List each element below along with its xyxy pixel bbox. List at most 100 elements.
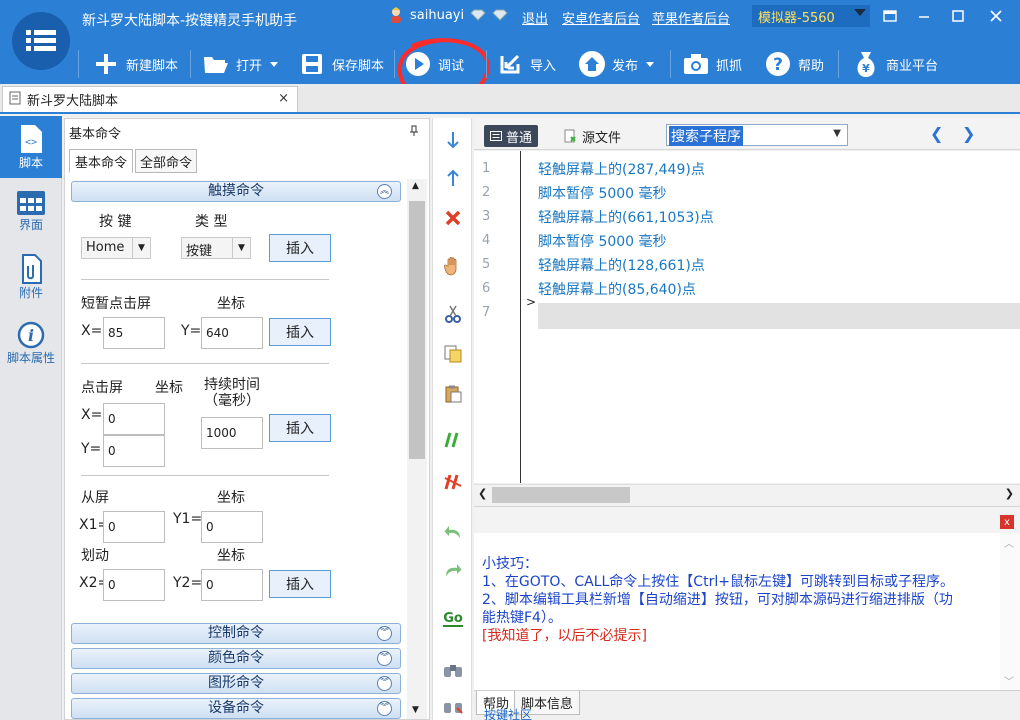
- code-line[interactable]: 脚本暂停 5000 毫秒: [538, 183, 667, 203]
- cut-icon[interactable]: [441, 302, 465, 326]
- community-link[interactable]: 按键社区: [484, 706, 532, 720]
- command-panel-scrollbar[interactable]: ▲ ▼: [407, 179, 427, 719]
- paste-icon[interactable]: [441, 382, 465, 406]
- type-select[interactable]: 按键 ▼: [181, 237, 251, 259]
- hand-icon[interactable]: [441, 254, 465, 278]
- insert-key-button[interactable]: 插入: [269, 234, 331, 262]
- scroll-right-icon[interactable]: ❯: [1005, 487, 1014, 500]
- android-backend-link[interactable]: 安卓作者后台: [562, 8, 640, 27]
- tab-normal-mode[interactable]: 普通: [484, 125, 539, 147]
- insert-swipe-button[interactable]: 插入: [269, 570, 331, 598]
- insert-press-button[interactable]: 插入: [269, 414, 331, 442]
- redo-icon[interactable]: [441, 558, 465, 582]
- script-editor[interactable]: > 1 2 3 4 5 6 7 轻触屏幕上的(287,449)点 脚本暂停 50…: [474, 151, 1020, 483]
- graphic-commands-section[interactable]: 图形命令 ︾: [71, 673, 401, 694]
- scroll-down-icon[interactable]: ﹀: [1004, 673, 1014, 688]
- nav-item-ui[interactable]: 界面: [0, 180, 62, 242]
- insert-tap-button[interactable]: 插入: [269, 318, 331, 346]
- next-arrow-icon[interactable]: ❯: [962, 124, 975, 143]
- undo-icon[interactable]: [441, 520, 465, 544]
- swipe-y1-input[interactable]: 0: [201, 511, 263, 543]
- toolbar-divider: [190, 50, 191, 78]
- dismiss-tip-link[interactable]: [我知道了，以后不必提示]: [482, 625, 647, 645]
- code-line[interactable]: 轻触屏幕上的(128,661)点: [538, 255, 705, 275]
- move-up-icon[interactable]: [441, 166, 465, 190]
- skin-icon[interactable]: [878, 6, 902, 26]
- tap-y-input[interactable]: 640: [201, 317, 263, 349]
- move-down-icon[interactable]: [441, 128, 465, 152]
- expand-icon: ︾: [377, 626, 392, 641]
- diamond-icon[interactable]: [470, 9, 486, 25]
- key-select[interactable]: Home ▼: [81, 237, 151, 259]
- comment-icon[interactable]: [441, 428, 465, 452]
- press-duration-input[interactable]: 1000: [201, 417, 263, 449]
- tab-basic-commands[interactable]: 基本命令: [69, 149, 133, 173]
- scroll-thumb[interactable]: [409, 201, 425, 459]
- publish-button[interactable]: 发布: [578, 48, 655, 80]
- ui-grid-icon: [17, 190, 45, 215]
- save-icon: [298, 50, 326, 78]
- scroll-down-icon[interactable]: ▼: [412, 705, 419, 715]
- save-script-button[interactable]: 保存脚本: [298, 48, 384, 80]
- nav-item-script-properties[interactable]: i 脚本属性: [0, 312, 62, 374]
- swipe-x2-input[interactable]: 0: [103, 569, 165, 601]
- touch-commands-section[interactable]: 触摸命令 ︽: [71, 181, 401, 202]
- code-line[interactable]: 脚本暂停 5000 毫秒: [538, 231, 667, 251]
- subroutine-search-value: 搜索子程序: [669, 126, 743, 146]
- new-script-button[interactable]: 新建脚本: [92, 48, 178, 80]
- code-line[interactable]: 轻触屏幕上的(661,1053)点: [538, 207, 714, 227]
- apple-backend-link[interactable]: 苹果作者后台: [652, 8, 730, 27]
- nav-item-attachment[interactable]: 附件: [0, 246, 62, 308]
- code-line[interactable]: 轻触屏幕上的(287,449)点: [538, 159, 705, 179]
- emulator-select[interactable]: 模拟器-5560: [752, 5, 870, 27]
- logout-link[interactable]: 退出: [522, 8, 548, 27]
- username[interactable]: saihuayi: [410, 8, 464, 23]
- pin-icon[interactable]: [409, 125, 419, 140]
- menu-logo-button[interactable]: [12, 12, 70, 70]
- tap-x-input[interactable]: 85: [103, 317, 165, 349]
- nav-item-script[interactable]: <> 脚本: [0, 116, 62, 178]
- svg-text:<>: <>: [25, 137, 37, 148]
- scroll-left-icon[interactable]: ❮: [478, 487, 487, 500]
- diamond-icon[interactable]: [492, 9, 508, 25]
- color-commands-section[interactable]: 颜色命令 ︾: [71, 648, 401, 669]
- press-y-input[interactable]: 0: [103, 435, 165, 467]
- binoculars-icon[interactable]: [441, 658, 465, 682]
- scroll-up-icon[interactable]: ▲: [412, 181, 419, 191]
- delete-icon[interactable]: [441, 206, 465, 230]
- press-x-input[interactable]: 0: [103, 403, 165, 435]
- help-button[interactable]: ? 帮助: [764, 48, 824, 80]
- editor-hscrollbar[interactable]: ❮ ❯: [474, 484, 1020, 504]
- minimize-icon[interactable]: [912, 6, 936, 26]
- uncomment-icon[interactable]: [441, 470, 465, 494]
- maximize-icon[interactable]: [946, 6, 970, 26]
- scroll-thumb[interactable]: [492, 487, 630, 503]
- market-button[interactable]: ¥ 商业平台: [852, 48, 938, 80]
- duration-label: 持续时间 （毫秒）: [204, 377, 260, 409]
- swipe-x1-input[interactable]: 0: [103, 511, 165, 543]
- scroll-up-icon[interactable]: ︿: [1004, 535, 1014, 550]
- tab-source-mode[interactable]: 源文件: [558, 125, 627, 147]
- subroutine-search-select[interactable]: 搜索子程序 ▼: [666, 124, 848, 146]
- short-tap-label: 短暂点击屏: [81, 296, 151, 312]
- device-commands-section[interactable]: 设备命令 ︾: [71, 698, 401, 719]
- code-line[interactable]: 轻触屏幕上的(85,640)点: [538, 279, 696, 299]
- x-label: X=: [81, 407, 103, 423]
- help-scrollbar[interactable]: ︿ ﹀: [1000, 533, 1020, 691]
- document-tab[interactable]: 新斗罗大陆脚本 ×: [2, 86, 298, 112]
- svg-text:i: i: [28, 326, 34, 345]
- import-button[interactable]: 导入: [496, 48, 556, 80]
- tab-all-commands[interactable]: 全部命令: [135, 149, 197, 173]
- copy-icon[interactable]: [441, 342, 465, 366]
- swipe-y2-input[interactable]: 0: [201, 569, 263, 601]
- replace-icon[interactable]: [441, 694, 465, 718]
- close-icon[interactable]: [984, 6, 1008, 26]
- control-commands-section[interactable]: 控制命令 ︾: [71, 623, 401, 644]
- app-title: 新斗罗大陆脚本-按键精灵手机助手: [82, 13, 298, 29]
- close-tab-icon[interactable]: ×: [278, 91, 289, 106]
- capture-button[interactable]: 抓抓: [682, 48, 742, 80]
- open-button[interactable]: 打开: [202, 48, 279, 80]
- goto-icon[interactable]: Go: [441, 606, 465, 630]
- close-icon[interactable]: x: [1000, 515, 1014, 529]
- prev-arrow-icon[interactable]: ❮: [930, 124, 943, 143]
